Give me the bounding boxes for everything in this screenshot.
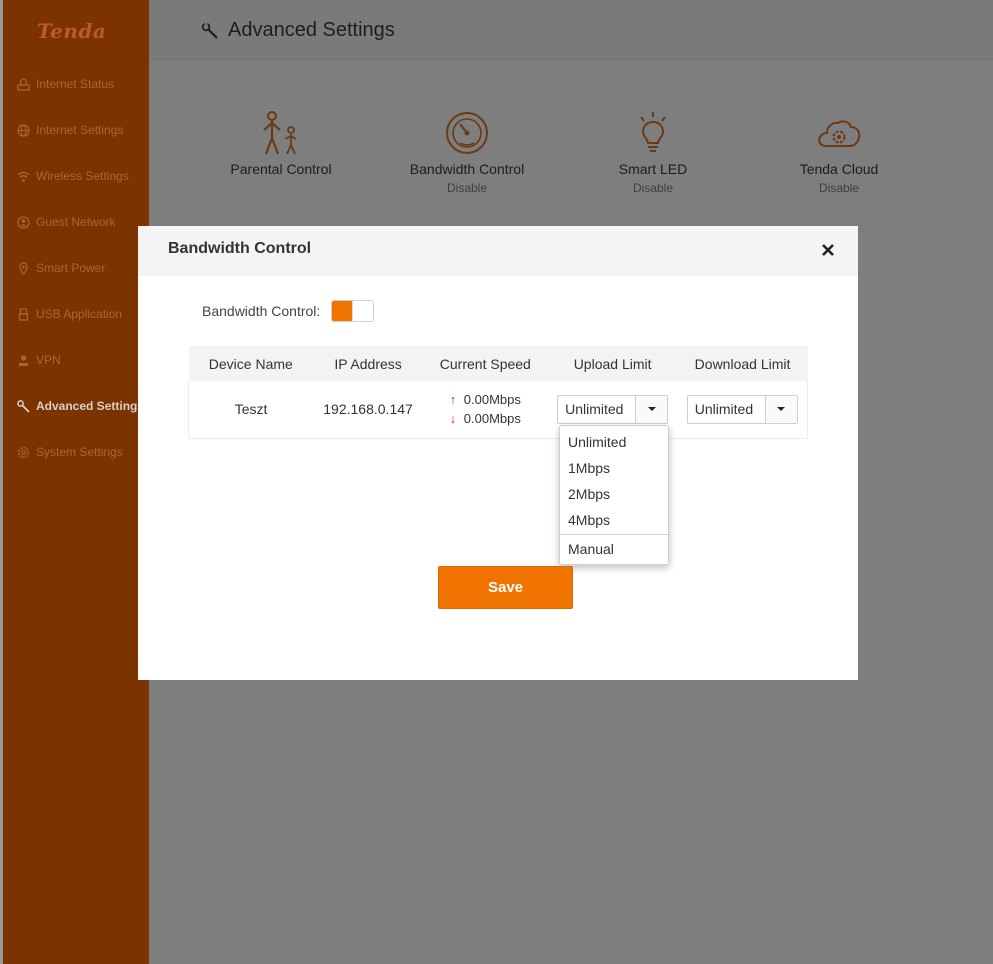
sidebar-item-internet-settings[interactable]: Internet Settings <box>16 120 123 140</box>
bandwidth-control-dialog: Bandwidth Control Bandwidth Control: Dev… <box>138 226 858 680</box>
upload-speed: 0.00Mbps <box>463 392 521 408</box>
sidebar-item-label: USB Application <box>36 307 123 321</box>
dropdown-option-2mbps[interactable]: 2Mbps <box>560 481 668 507</box>
close-icon[interactable] <box>818 240 838 260</box>
usb-icon <box>16 307 30 321</box>
card-status <box>201 181 361 195</box>
dropdown-option-manual[interactable]: Manual <box>560 536 668 562</box>
table-header-row: Device Name IP Address Current Speed Upl… <box>188 346 808 381</box>
guest-icon <box>16 215 30 229</box>
column-header-download-limit: Download Limit <box>677 346 808 381</box>
globe-computer-icon <box>16 77 30 91</box>
card-label: Smart LED <box>618 161 688 177</box>
dropdown-option-4mbps[interactable]: 4Mbps <box>560 507 668 533</box>
wrench-icon <box>16 399 30 413</box>
tenda-logo: Tenda <box>37 19 107 43</box>
dropdown-divider <box>560 534 668 535</box>
dialog-title: Bandwidth Control <box>168 240 312 257</box>
download-limit-select[interactable]: Unlimited <box>686 394 798 424</box>
card-status: Disable <box>446 181 488 195</box>
card-label: Tenda Cloud <box>799 161 879 177</box>
dropdown-option-unlimited[interactable]: Unlimited <box>560 429 668 455</box>
upload-limit-dropdown-menu: Unlimited 1Mbps 2Mbps 4Mbps Manual <box>559 425 669 565</box>
sidebar-item-label: Advanced Settings <box>36 399 145 413</box>
light-bulb-icon <box>573 102 733 156</box>
sidebar-item-label: Wireless Settings <box>36 169 129 183</box>
speed-readout: ↑ 0.00Mbps ↓ 0.00Mbps <box>450 390 521 428</box>
table-row: Teszt 192.168.0.147 ↑ 0.00Mbps ↓ 0.00Mbps … <box>188 381 808 439</box>
dialog-header: Bandwidth Control <box>138 226 858 276</box>
sidebar-item-label: Internet Status <box>36 77 115 91</box>
wifi-icon <box>16 169 30 183</box>
globe-icon <box>16 123 30 137</box>
card-label: Bandwidth Control <box>409 161 525 177</box>
gear-icon <box>16 445 30 459</box>
parent-child-icon <box>201 102 361 156</box>
card-status: Disable <box>632 181 674 195</box>
speedometer-icon <box>387 102 547 156</box>
toggle-label: Bandwidth Control: <box>202 303 321 319</box>
upload-limit-dropdown-button[interactable] <box>635 395 668 423</box>
column-header-current-speed: Current Speed <box>422 346 548 381</box>
column-header-ip-address: IP Address <box>313 346 423 381</box>
column-header-upload-limit: Upload Limit <box>547 346 678 381</box>
sidebar-item-label: System Settings <box>36 445 123 459</box>
card-bandwidth-control[interactable]: Bandwidth Control Disable <box>387 102 547 195</box>
dropdown-option-1mbps[interactable]: 1Mbps <box>560 455 668 481</box>
caret-down-icon <box>647 407 656 412</box>
device-name-cell: Teszt <box>188 381 314 439</box>
card-label: Parental Control <box>230 161 332 177</box>
bandwidth-toggle-row: Bandwidth Control: <box>202 300 375 322</box>
page-title: Advanced Settings <box>201 19 395 42</box>
sidebar-item-advanced-settings[interactable]: Advanced Settings <box>16 396 144 416</box>
download-limit-dropdown-button[interactable] <box>764 395 797 423</box>
card-smart-led[interactable]: Smart LED Disable <box>573 102 733 195</box>
card-parental-control[interactable]: Parental Control <box>201 102 361 195</box>
column-header-device-name: Device Name <box>188 346 314 381</box>
card-status: Disable <box>818 181 860 195</box>
ip-address-cell: 192.168.0.147 <box>313 381 423 439</box>
download-limit-cell: Unlimited <box>677 381 808 439</box>
sidebar-item-wireless-settings[interactable]: Wireless Settings <box>16 166 129 186</box>
sidebar-item-usb-application[interactable]: USB Application <box>16 304 122 324</box>
sidebar-item-label: Smart Power <box>36 261 106 275</box>
card-tenda-cloud[interactable]: Tenda Cloud Disable <box>759 102 919 195</box>
device-table: Device Name IP Address Current Speed Upl… <box>188 346 808 439</box>
bandwidth-control-toggle[interactable] <box>331 300 375 322</box>
sidebar-item-vpn[interactable]: VPN <box>16 350 61 370</box>
current-speed-cell: ↑ 0.00Mbps ↓ 0.00Mbps <box>422 381 548 439</box>
sidebar-item-label: Internet Settings <box>36 123 124 137</box>
sidebar-item-smart-power[interactable]: Smart Power <box>16 258 105 278</box>
download-arrow-icon: ↓ <box>449 411 457 427</box>
toggle-knob <box>352 301 374 321</box>
vpn-icon <box>16 353 30 367</box>
sidebar-item-guest-network[interactable]: Guest Network <box>16 212 115 232</box>
toggle-on-track <box>332 301 355 321</box>
sidebar-item-internet-status[interactable]: Internet Status <box>16 74 114 94</box>
power-icon <box>16 261 30 275</box>
sidebar-item-system-settings[interactable]: System Settings <box>16 442 123 462</box>
page-title-text: Advanced Settings <box>228 19 395 41</box>
sidebar-item-label: Guest Network <box>36 215 116 229</box>
save-button[interactable]: Save <box>438 566 573 609</box>
download-limit-value: Unlimited <box>694 401 754 418</box>
upload-limit-value: Unlimited <box>565 401 624 418</box>
upload-limit-select[interactable]: Unlimited <box>557 394 669 424</box>
caret-down-icon <box>777 407 786 412</box>
wrench-icon <box>201 21 219 40</box>
sidebar-item-label: VPN <box>36 353 61 367</box>
cloud-gear-icon <box>759 102 919 156</box>
download-speed: 0.00Mbps <box>463 411 521 427</box>
sidebar: Tenda Internet Status Internet Settings … <box>0 0 149 964</box>
page-header: Advanced Settings <box>149 0 993 60</box>
upload-arrow-icon: ↑ <box>449 392 457 408</box>
